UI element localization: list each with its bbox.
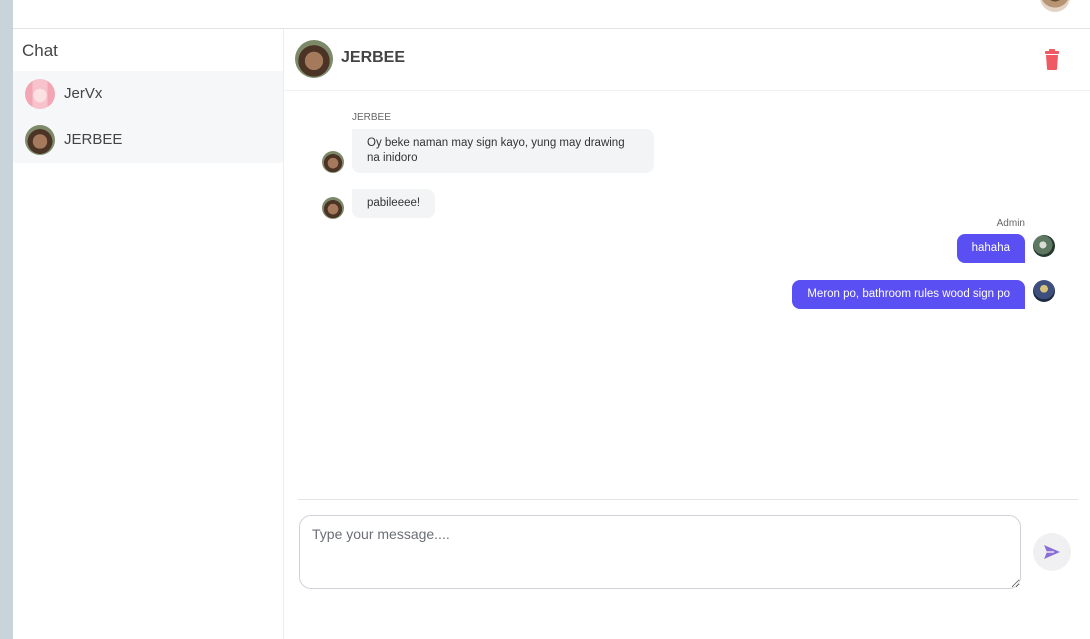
trash-icon bbox=[1045, 49, 1059, 70]
contact-name: JERBEE bbox=[64, 131, 123, 148]
chat-partner-avatar bbox=[295, 40, 333, 78]
profile-avatar[interactable] bbox=[1040, 0, 1070, 12]
message-bubble-outgoing: Meron po, bathroom rules wood sign po bbox=[792, 280, 1025, 309]
left-rail bbox=[0, 0, 13, 639]
top-bar bbox=[13, 0, 1090, 29]
message-input[interactable] bbox=[299, 515, 1021, 589]
message-avatar bbox=[322, 197, 344, 219]
contact-avatar bbox=[25, 79, 55, 109]
message-avatar bbox=[1033, 235, 1055, 257]
chat-sidebar: Chat JerVx JERBEE bbox=[13, 29, 284, 639]
composer-divider bbox=[298, 499, 1078, 500]
contact-avatar bbox=[25, 125, 55, 155]
sidebar-title: Chat bbox=[22, 41, 58, 60]
chat-header: JERBEE bbox=[285, 29, 1090, 91]
chat-title: JERBEE bbox=[341, 49, 406, 66]
message-sender: JERBEE bbox=[352, 112, 391, 123]
message-sender: Admin bbox=[996, 218, 1025, 229]
message-avatar bbox=[1033, 280, 1055, 302]
contact-item-jervx[interactable]: JerVx bbox=[13, 71, 283, 117]
message-bubble-outgoing: hahaha bbox=[956, 234, 1025, 263]
contact-item-jerbee[interactable]: JERBEE bbox=[13, 117, 283, 163]
send-icon bbox=[1044, 545, 1060, 559]
contact-name: JerVx bbox=[64, 85, 103, 102]
delete-chat-button[interactable] bbox=[1042, 49, 1062, 71]
send-button[interactable] bbox=[1033, 533, 1071, 571]
message-avatar bbox=[322, 151, 344, 173]
message-bubble-incoming: pabileeee! bbox=[352, 189, 436, 218]
message-bubble-incoming: Oy beke naman may sign kayo, yung may dr… bbox=[352, 129, 654, 173]
